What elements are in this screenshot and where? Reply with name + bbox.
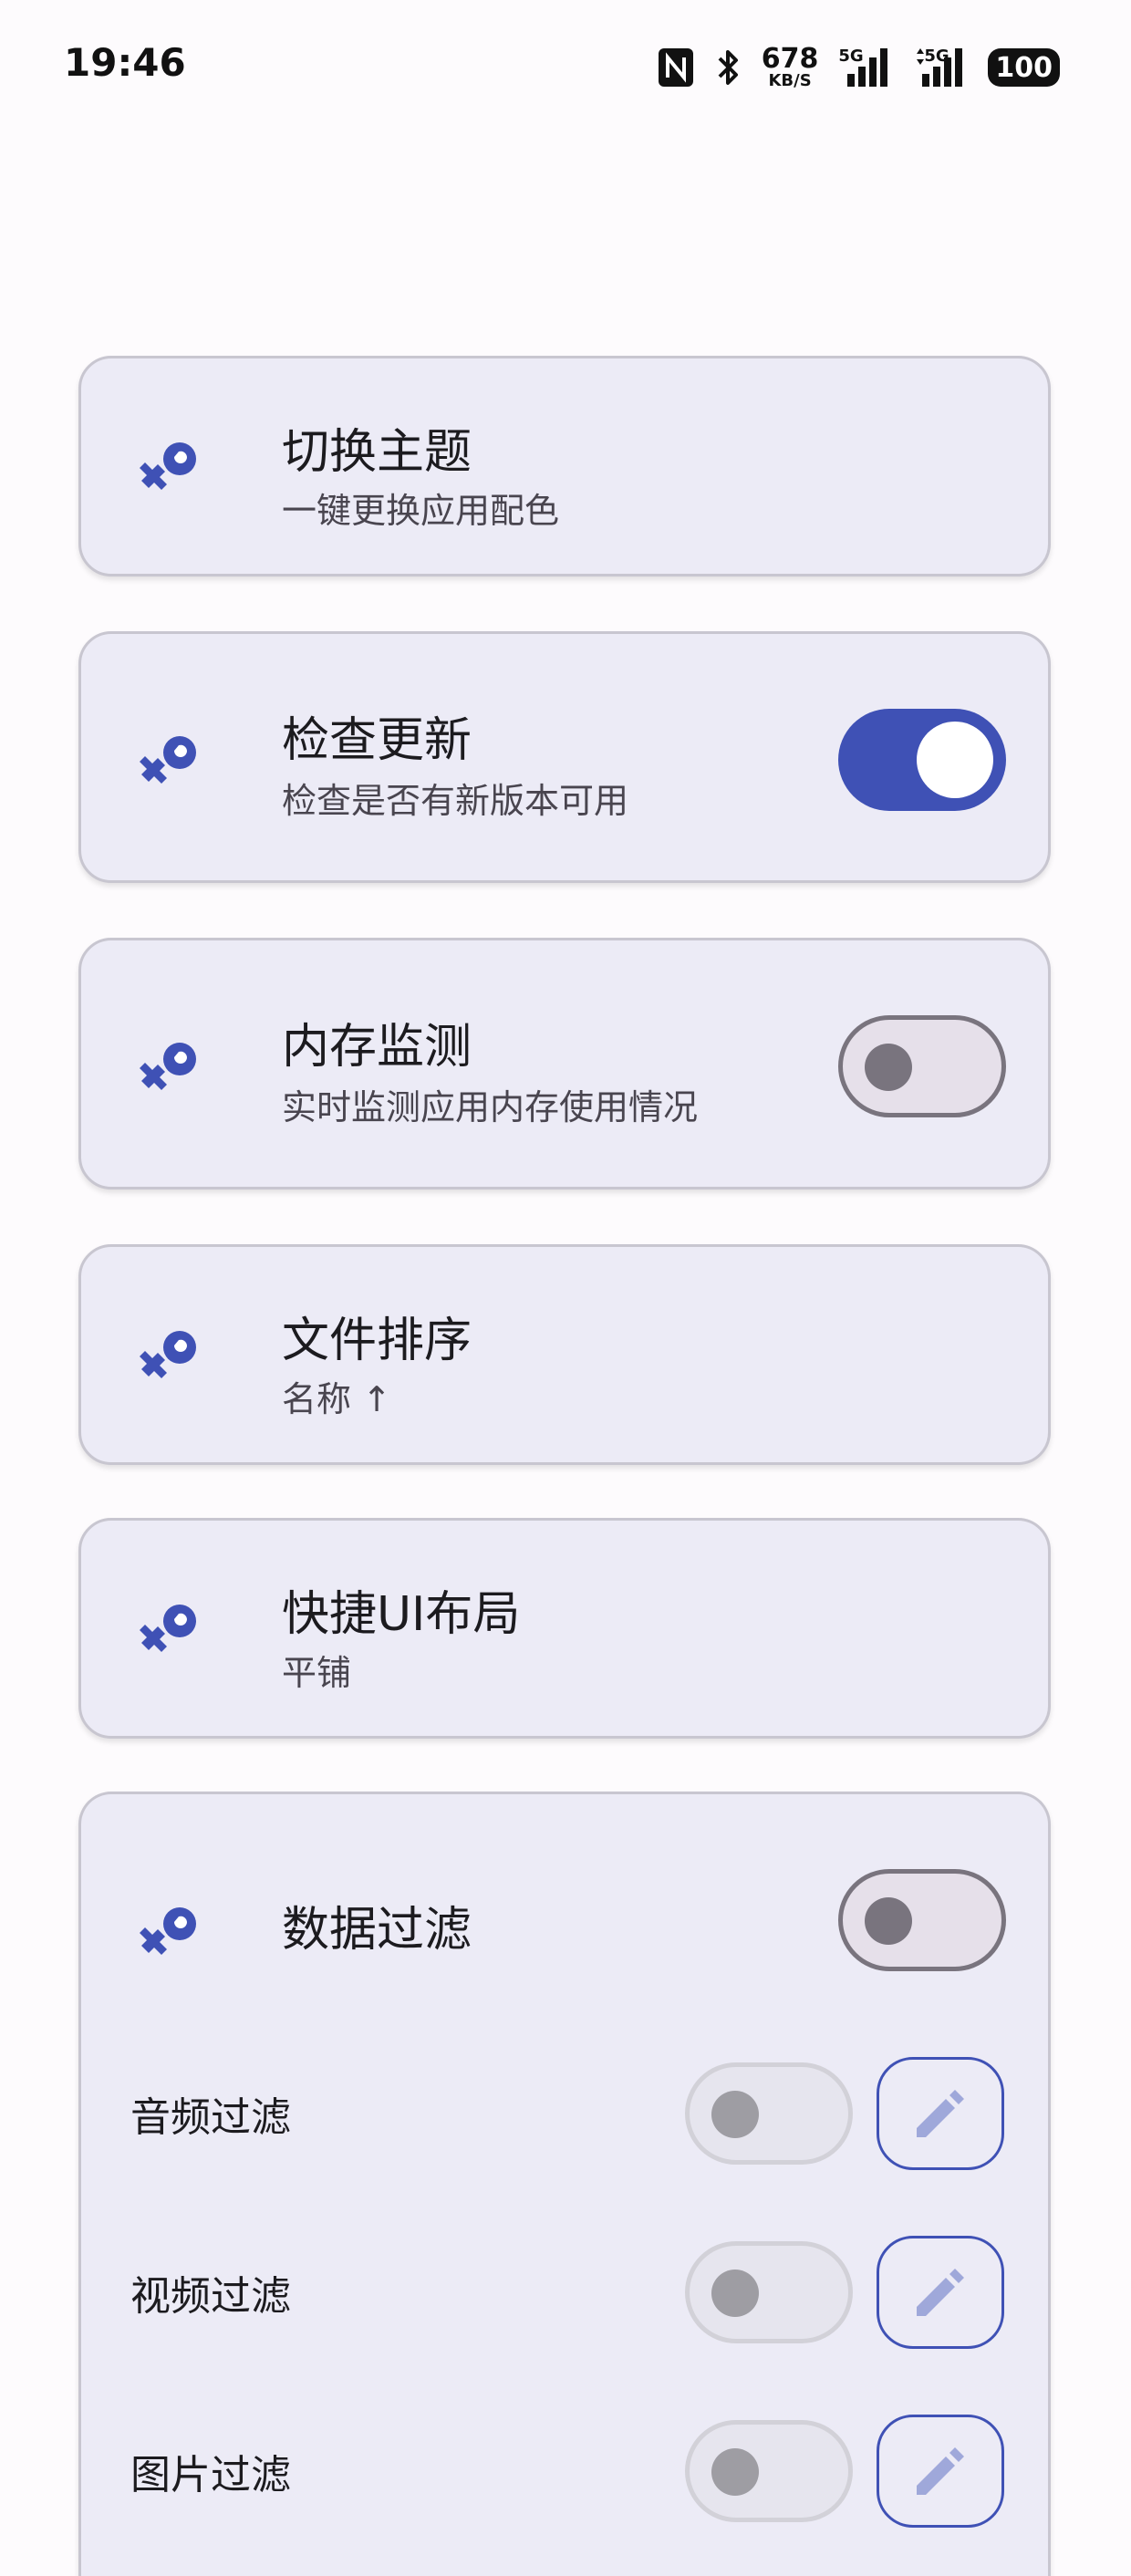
bluetooth-icon <box>718 50 738 85</box>
setting-card-memory-monitor[interactable]: 内存监测 实时监测应用内存使用情况 <box>78 938 1051 1189</box>
switch-thumb <box>711 2448 759 2496</box>
wrench-gear-icon <box>140 442 196 490</box>
filter-label-audio: 音频过滤 <box>130 2094 291 2141</box>
card-subtitle: 名称 ↑ <box>282 1379 391 1419</box>
card-subtitle: 一键更换应用配色 <box>282 491 560 531</box>
setting-card-data-filter: 数据过滤 音频过滤 视频过滤 图片过滤 <box>78 1792 1051 2576</box>
card-title: 检查更新 <box>282 713 472 768</box>
card-subtitle: 实时监测应用内存使用情况 <box>282 1087 699 1127</box>
pencil-icon <box>917 2447 964 2495</box>
wrench-gear-icon <box>140 1043 196 1090</box>
setting-card-check-update[interactable]: 检查更新 检查是否有新版本可用 <box>78 631 1051 883</box>
image-filter-edit-button[interactable] <box>877 2415 1004 2528</box>
switch-thumb <box>865 1044 912 1091</box>
video-filter-switch[interactable] <box>685 2241 853 2343</box>
data-filter-switch[interactable] <box>838 1869 1006 1971</box>
audio-filter-switch[interactable] <box>685 2062 853 2165</box>
card-subtitle: 平铺 <box>282 1653 352 1693</box>
audio-filter-edit-button[interactable] <box>877 2057 1004 2170</box>
setting-card-switch-theme[interactable]: 切换主题 一键更换应用配色 <box>78 356 1051 576</box>
setting-card-quick-ui-layout[interactable]: 快捷UI布局 平铺 <box>78 1518 1051 1739</box>
network-speed-value: 678 <box>761 43 819 75</box>
check-update-switch[interactable] <box>838 709 1006 811</box>
card-title: 内存监测 <box>282 1020 472 1075</box>
card-subtitle: 检查是否有新版本可用 <box>282 781 629 821</box>
filter-label-video: 视频过滤 <box>130 2273 291 2320</box>
nfc-icon <box>658 48 693 87</box>
wrench-gear-icon <box>140 1331 196 1378</box>
memory-monitor-switch[interactable] <box>838 1015 1006 1117</box>
image-filter-switch[interactable] <box>685 2420 853 2522</box>
pencil-icon <box>917 2090 964 2137</box>
switch-thumb <box>711 2270 759 2317</box>
setting-card-file-sort[interactable]: 文件排序 名称 ↑ <box>78 1244 1051 1465</box>
card-title: 快捷UI布局 <box>282 1587 521 1642</box>
status-icons: 678 KB/S 5G 5G 100 <box>658 42 1060 93</box>
battery-icon: 100 <box>988 48 1060 87</box>
card-title: 数据过滤 <box>282 1903 472 1958</box>
network-speed-unit: KB/S <box>768 71 812 90</box>
status-bar: 19:46 678 KB/S 5G 5G 100 <box>0 0 1131 137</box>
switch-thumb <box>865 1897 912 1945</box>
wrench-gear-icon <box>140 1907 196 1955</box>
filter-label-image: 图片过滤 <box>130 2452 291 2498</box>
switch-thumb <box>711 2091 759 2138</box>
card-title: 文件排序 <box>282 1314 472 1368</box>
card-title: 切换主题 <box>282 425 472 480</box>
signal-icon-2: 5G <box>913 47 968 88</box>
network-speed: 678 KB/S <box>762 46 819 89</box>
wrench-gear-icon <box>140 1605 196 1652</box>
video-filter-edit-button[interactable] <box>877 2236 1004 2349</box>
signal-icon: 5G <box>838 47 893 88</box>
switch-thumb <box>917 722 993 798</box>
wrench-gear-icon <box>140 736 196 784</box>
pencil-icon <box>917 2269 964 2316</box>
status-time: 19:46 <box>64 40 186 85</box>
